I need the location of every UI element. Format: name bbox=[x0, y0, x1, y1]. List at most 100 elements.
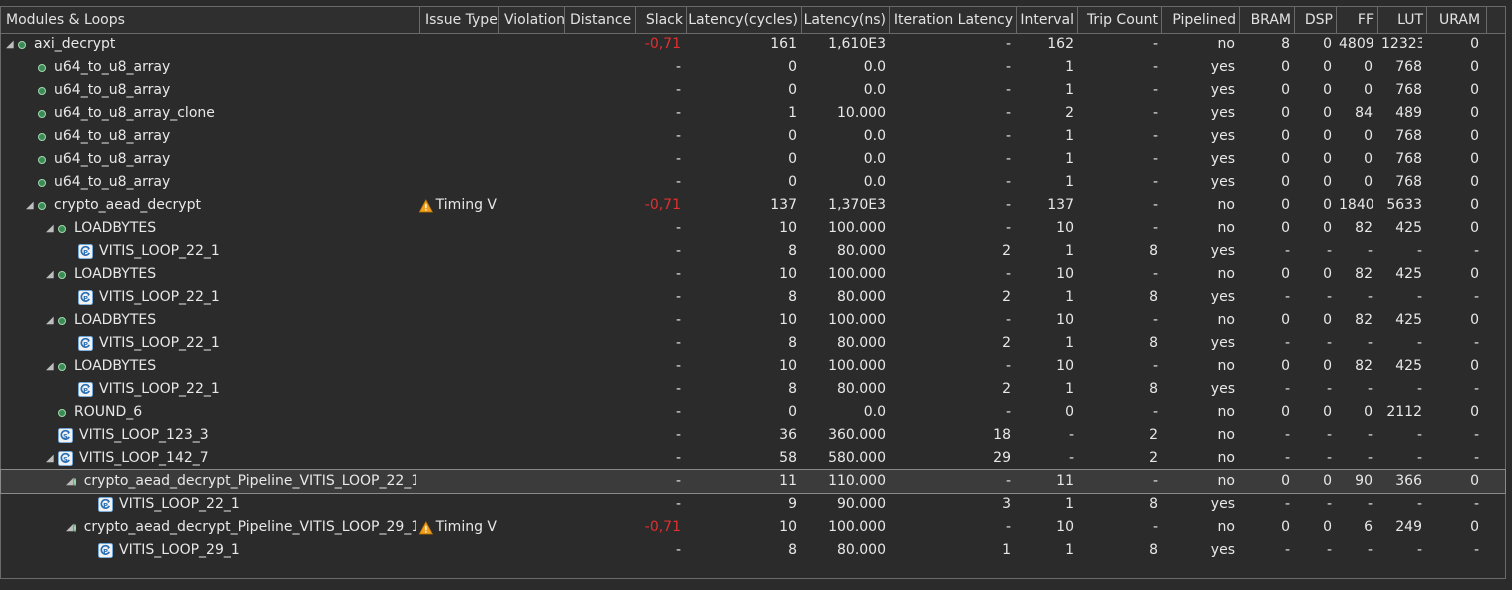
issue-type-cell[interactable]: Timing V bbox=[419, 516, 497, 539]
col-header-latency-ns[interactable]: Latency(ns) bbox=[802, 7, 890, 33]
expand-toggle-icon[interactable]: ◢ bbox=[46, 447, 58, 470]
table-row[interactable]: ROUND_6 - 0 0.0 - 0 - no 0 0 0 2112 0 bbox=[1, 401, 1505, 424]
table-row[interactable]: P VITIS_LOOP_29_1 - 8 80.000 1 1 8 yes - - - - - bbox=[1, 539, 1505, 562]
trip-cell: - bbox=[1152, 312, 1158, 328]
tree-node[interactable]: u64_to_u8_array_clone bbox=[26, 102, 416, 125]
table-row[interactable]: u64_to_u8_array - 0 0.0 - 1 - yes 0 0 0 768 0 bbox=[1, 125, 1505, 148]
trip-cell: 8 bbox=[1149, 335, 1158, 351]
tree-node[interactable]: ◢ axi_decrypt bbox=[6, 33, 416, 56]
expand-toggle-icon[interactable]: ◢ bbox=[66, 470, 74, 493]
table-row[interactable]: ◢ LOADBYTES - 10 100.000 - 10 - no 0 0 82 425 0 bbox=[1, 355, 1505, 378]
tree-node[interactable]: ◢ crypto_aead_decrypt_Pipeline_VITIS_LOOP… bbox=[66, 516, 416, 539]
tree-node[interactable]: ◢ LOADBYTES bbox=[46, 355, 416, 378]
tree-node[interactable]: ◢ LOADBYTES bbox=[46, 217, 416, 240]
lat-ns-cell: 100.000 bbox=[828, 312, 886, 328]
slack-cell: - bbox=[675, 312, 681, 328]
module-name: u64_to_u8_array bbox=[54, 174, 171, 190]
table-row[interactable]: ◢ axi_decrypt -0,71 161 1,610E3 - 162 - no 8 0 4809… bbox=[1, 33, 1505, 56]
table-row[interactable]: S VITIS_LOOP_123_3 - 36 360.000 18 - 2 no - - - - - bbox=[1, 424, 1505, 447]
tree-node[interactable]: u64_to_u8_array bbox=[26, 56, 416, 79]
dsp-cell: - bbox=[1326, 427, 1332, 443]
col-header-violation[interactable]: Violation bbox=[499, 7, 565, 33]
svg-text:S: S bbox=[63, 432, 68, 440]
tree-node[interactable]: ◢ crypto_aead_decrypt bbox=[26, 194, 416, 217]
tree-node[interactable]: u64_to_u8_array bbox=[26, 125, 416, 148]
col-header-distance[interactable]: Distance bbox=[565, 7, 636, 33]
col-header-trip-count[interactable]: Trip Count bbox=[1078, 7, 1162, 33]
table-row[interactable]: u64_to_u8_array - 0 0.0 - 1 - yes 0 0 0 768 0 bbox=[1, 79, 1505, 102]
expand-toggle-icon[interactable]: ◢ bbox=[6, 33, 18, 56]
table-row[interactable]: P VITIS_LOOP_22_1 - 8 80.000 2 1 8 yes - - - - - bbox=[1, 378, 1505, 401]
bram-cell: 0 bbox=[1281, 220, 1290, 236]
lut-cell: 489 bbox=[1395, 105, 1422, 121]
tree-node[interactable]: ROUND_6 bbox=[46, 401, 416, 424]
tree-node[interactable]: P VITIS_LOOP_22_1 bbox=[66, 240, 416, 263]
tree-node[interactable]: ◢ S VITIS_LOOP_142_7 bbox=[46, 447, 416, 470]
uram-cell: 0 bbox=[1470, 174, 1479, 190]
col-header-slack[interactable]: Slack bbox=[636, 7, 687, 33]
table-row[interactable]: ◢ LOADBYTES - 10 100.000 - 10 - no 0 0 82 425 0 bbox=[1, 263, 1505, 286]
pipelined-loop-icon: P bbox=[78, 244, 93, 259]
issue-type-cell[interactable]: Timing V bbox=[419, 194, 497, 217]
col-header-modules[interactable]: Modules & Loops bbox=[1, 7, 420, 33]
col-header-interval[interactable]: Interval bbox=[1017, 7, 1078, 33]
dsp-cell: 0 bbox=[1323, 404, 1332, 420]
tree-node[interactable]: u64_to_u8_array bbox=[26, 171, 416, 194]
expand-toggle-icon[interactable]: ◢ bbox=[46, 355, 58, 378]
lat-ns-cell: 0.0 bbox=[863, 174, 886, 190]
table-row[interactable]: ◢ S VITIS_LOOP_142_7 - 58 580.000 29 - 2 no - - - - - bbox=[1, 447, 1505, 470]
interval-cell: 1 bbox=[1065, 128, 1074, 144]
expand-toggle-icon[interactable]: ◢ bbox=[46, 217, 58, 240]
ff-cell: 0 bbox=[1364, 151, 1373, 167]
expand-toggle-icon[interactable]: ◢ bbox=[66, 516, 74, 539]
col-header-ff[interactable]: FF bbox=[1337, 7, 1378, 33]
col-header-lut[interactable]: LUT bbox=[1378, 7, 1427, 33]
uram-cell: - bbox=[1473, 427, 1479, 443]
tree-node[interactable]: P VITIS_LOOP_29_1 bbox=[86, 539, 416, 562]
table-row[interactable]: P VITIS_LOOP_22_1 - 8 80.000 2 1 8 yes - - - - - bbox=[1, 286, 1505, 309]
module-name: VITIS_LOOP_123_3 bbox=[79, 427, 209, 443]
table-row[interactable]: P VITIS_LOOP_22_1 - 8 80.000 2 1 8 yes - - - - - bbox=[1, 240, 1505, 263]
table-row[interactable]: ◢ LOADBYTES - 10 100.000 - 10 - no 0 0 82 425 0 bbox=[1, 309, 1505, 332]
tree-node[interactable]: P VITIS_LOOP_22_1 bbox=[66, 286, 416, 309]
tree-node[interactable]: u64_to_u8_array bbox=[26, 148, 416, 171]
ff-cell: 1840 bbox=[1339, 197, 1373, 213]
pipelined-loop-icon: P bbox=[98, 497, 113, 512]
col-header-iteration-latency[interactable]: Iteration Latency bbox=[890, 7, 1017, 33]
table-row[interactable]: u64_to_u8_array_clone - 1 10.000 - 2 - yes 0 0 84 4… bbox=[1, 102, 1505, 125]
tree-node[interactable]: ◢ crypto_aead_decrypt_Pipeline_VITIS_LOOP… bbox=[66, 470, 416, 493]
lat-ns-cell: 80.000 bbox=[837, 335, 886, 351]
slack-cell: - bbox=[675, 59, 681, 75]
table-row[interactable]: ◢ crypto_aead_decrypt Timing V -0,71 137 1,37… bbox=[1, 194, 1505, 217]
table-row[interactable]: P VITIS_LOOP_22_1 - 8 80.000 2 1 8 yes - - - - - bbox=[1, 332, 1505, 355]
table-row[interactable]: ◢ crypto_aead_decrypt_Pipeline_VITIS_LOOP… bbox=[0, 469, 1506, 494]
module-name: VITIS_LOOP_22_1 bbox=[99, 335, 220, 351]
ff-cell: 82 bbox=[1355, 220, 1373, 236]
lat-ns-cell: 1,610E3 bbox=[828, 36, 886, 52]
tree-node[interactable]: u64_to_u8_array bbox=[26, 79, 416, 102]
tree-node[interactable]: ◢ LOADBYTES bbox=[46, 309, 416, 332]
tree-node[interactable]: P VITIS_LOOP_22_1 bbox=[66, 332, 416, 355]
table-row[interactable]: u64_to_u8_array - 0 0.0 - 1 - yes 0 0 0 768 0 bbox=[1, 56, 1505, 79]
col-header-issue-type[interactable]: Issue Type bbox=[420, 7, 499, 33]
table-row[interactable]: ◢ LOADBYTES - 10 100.000 - 10 - no 0 0 82 425 0 bbox=[1, 217, 1505, 240]
expand-toggle-icon[interactable]: ◢ bbox=[26, 194, 38, 217]
table-row[interactable]: u64_to_u8_array - 0 0.0 - 1 - yes 0 0 0 768 0 bbox=[1, 148, 1505, 171]
table-row[interactable]: P VITIS_LOOP_22_1 - 9 90.000 3 1 8 yes - - - - - bbox=[1, 493, 1505, 516]
col-header-uram[interactable]: URAM bbox=[1427, 7, 1487, 33]
expand-toggle-icon[interactable]: ◢ bbox=[46, 263, 58, 286]
col-header-dsp[interactable]: DSP bbox=[1295, 7, 1337, 33]
col-header-latency-cycles[interactable]: Latency(cycles) bbox=[687, 7, 802, 33]
trip-cell: - bbox=[1152, 358, 1158, 374]
tree-node[interactable]: ◢ LOADBYTES bbox=[46, 263, 416, 286]
table-row[interactable]: ◢ crypto_aead_decrypt_Pipeline_VITIS_LOOP… bbox=[1, 516, 1505, 539]
module-status-icon bbox=[38, 178, 46, 187]
expand-toggle-icon[interactable]: ◢ bbox=[46, 309, 58, 332]
tree-node[interactable]: P VITIS_LOOP_22_1 bbox=[86, 493, 416, 516]
col-header-bram[interactable]: BRAM bbox=[1240, 7, 1295, 33]
tree-node[interactable]: S VITIS_LOOP_123_3 bbox=[46, 424, 416, 447]
tree-node[interactable]: P VITIS_LOOP_22_1 bbox=[66, 378, 416, 401]
table-row[interactable]: u64_to_u8_array - 0 0.0 - 1 - yes 0 0 0 768 0 bbox=[1, 171, 1505, 194]
lut-cell: 425 bbox=[1395, 358, 1422, 374]
col-header-pipelined[interactable]: Pipelined bbox=[1162, 7, 1240, 33]
